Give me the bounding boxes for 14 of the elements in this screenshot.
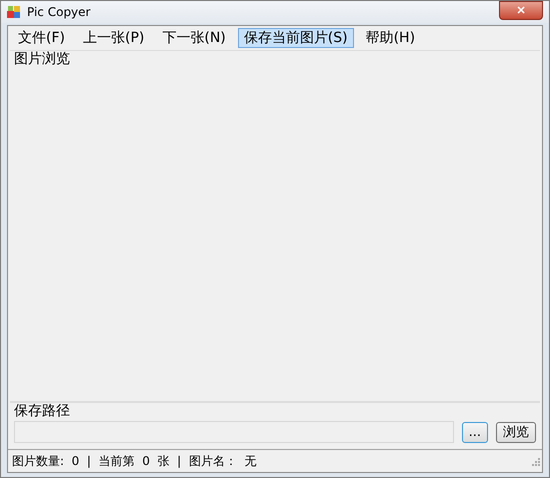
menu-item[interactable]: 下一张(N) [156,28,232,48]
status-text: 图片数量: 0 | 当前第 0 张 | 图片名： 无 [12,452,256,470]
resize-grip-icon [530,456,540,466]
dots-button[interactable]: ... [462,422,488,442]
group-title: 保存路径 [13,403,71,419]
menu-item[interactable]: 上一张(P) [76,28,150,48]
menu-item[interactable]: 帮助(H) [360,28,422,48]
group-title: 图片浏览 [13,51,71,67]
window-title: Pic Copyer [27,5,92,19]
menu-item[interactable]: 文件(F) [12,28,71,48]
path-field[interactable] [14,421,454,443]
app-icon [7,5,21,19]
menu-item[interactable]: 保存当前图片(S) [238,28,354,48]
browse-button[interactable]: 浏览 [496,422,536,442]
